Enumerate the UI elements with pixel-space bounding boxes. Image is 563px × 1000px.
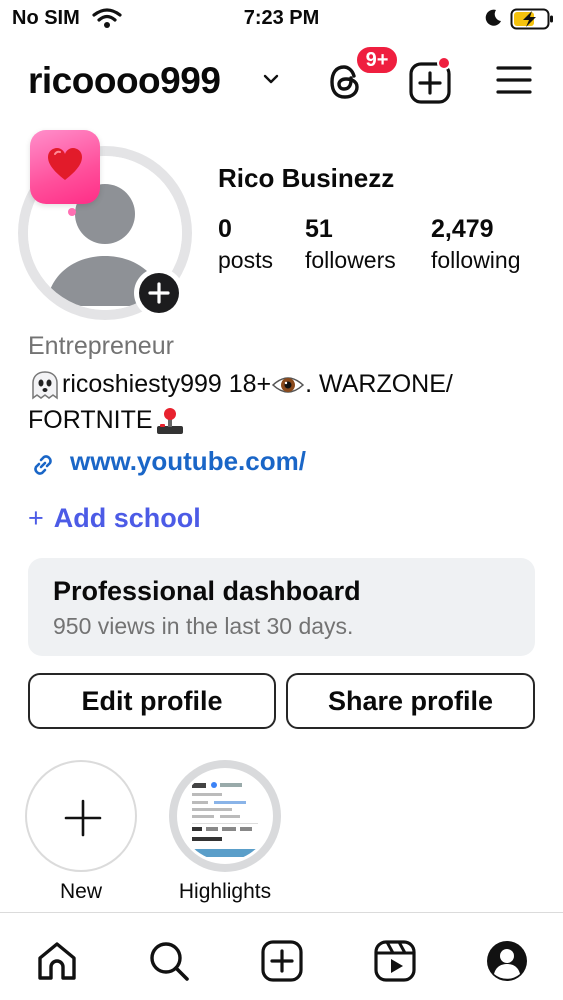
add-school-label: Add school bbox=[53, 503, 201, 533]
highlight-thumbnail bbox=[177, 768, 273, 864]
eye-emoji-icon bbox=[272, 377, 305, 394]
stat-label: posts bbox=[218, 247, 273, 273]
stat-value: 2,479 bbox=[431, 215, 494, 243]
profile-bio: ricoshiesty999 18+ . WARZONE/ FORTNITE bbox=[28, 366, 538, 438]
add-story-button[interactable] bbox=[134, 268, 184, 318]
highlight-label: New bbox=[59, 880, 102, 903]
plus-icon bbox=[64, 799, 102, 837]
moon-icon bbox=[485, 9, 501, 26]
status-bar: No SIM 7:23 PM bbox=[0, 0, 563, 36]
ghost-emoji-icon bbox=[32, 371, 58, 400]
link-icon bbox=[34, 455, 52, 475]
highlight-new-circle bbox=[25, 760, 137, 872]
profile-icon[interactable] bbox=[485, 939, 529, 983]
stat-posts[interactable]: 0 posts bbox=[218, 214, 273, 276]
stat-label: following bbox=[431, 247, 521, 273]
stat-following[interactable]: 2,479 following bbox=[431, 214, 521, 276]
username-switcher[interactable]: ricoooo999 bbox=[28, 60, 221, 102]
create-icon[interactable] bbox=[260, 939, 304, 983]
dashboard-title: Professional dashboard bbox=[53, 576, 361, 606]
menu-icon[interactable] bbox=[496, 64, 532, 96]
new-post-dot bbox=[437, 56, 451, 70]
joystick-emoji-icon bbox=[156, 408, 183, 435]
clock: 7:23 PM bbox=[243, 7, 320, 29]
add-story-plus-icon bbox=[139, 273, 179, 313]
stat-value: 51 bbox=[305, 215, 333, 243]
professional-dashboard-card[interactable]: Professional dashboard 950 views in the … bbox=[28, 558, 535, 656]
home-icon[interactable] bbox=[35, 939, 79, 983]
battery-charging-icon bbox=[510, 8, 553, 30]
profile-full-name: Rico Businezz bbox=[218, 163, 395, 193]
stat-value: 0 bbox=[218, 215, 232, 243]
stat-followers[interactable]: 51 followers bbox=[305, 214, 396, 276]
stat-label: followers bbox=[305, 247, 396, 273]
notification-badge[interactable]: 9+ bbox=[354, 44, 400, 76]
add-school-plus-icon: + bbox=[28, 503, 44, 533]
bottom-tab-bar bbox=[0, 912, 563, 1000]
bio-line-2: FORTNITE bbox=[28, 406, 153, 434]
add-school-button[interactable]: + Add school bbox=[28, 503, 201, 537]
share-profile-button[interactable]: Share profile bbox=[286, 673, 535, 729]
chevron-down-icon[interactable] bbox=[262, 72, 280, 86]
bio-line-1: ricoshiesty999 18+ bbox=[62, 370, 272, 398]
profile-header: ricoooo999 9+ bbox=[0, 44, 563, 112]
reels-icon[interactable] bbox=[373, 939, 417, 983]
thumbnail-image bbox=[180, 771, 270, 861]
profile-category: Entrepreneur bbox=[28, 332, 174, 360]
bio-line-1-tail: . WARZONE/ bbox=[305, 370, 453, 398]
note-box bbox=[30, 130, 100, 204]
edit-profile-button[interactable]: Edit profile bbox=[28, 673, 276, 729]
highlight-label: Highlights bbox=[178, 880, 272, 903]
note-tail-dot bbox=[68, 208, 76, 216]
heart-emoji-icon bbox=[48, 148, 82, 180]
highlight-ring bbox=[169, 760, 281, 872]
search-icon[interactable] bbox=[147, 939, 191, 983]
dashboard-subtitle: 950 views in the last 30 days. bbox=[53, 613, 354, 639]
link-text: www.youtube.com/ bbox=[70, 446, 306, 476]
profile-note-bubble[interactable] bbox=[30, 130, 102, 216]
